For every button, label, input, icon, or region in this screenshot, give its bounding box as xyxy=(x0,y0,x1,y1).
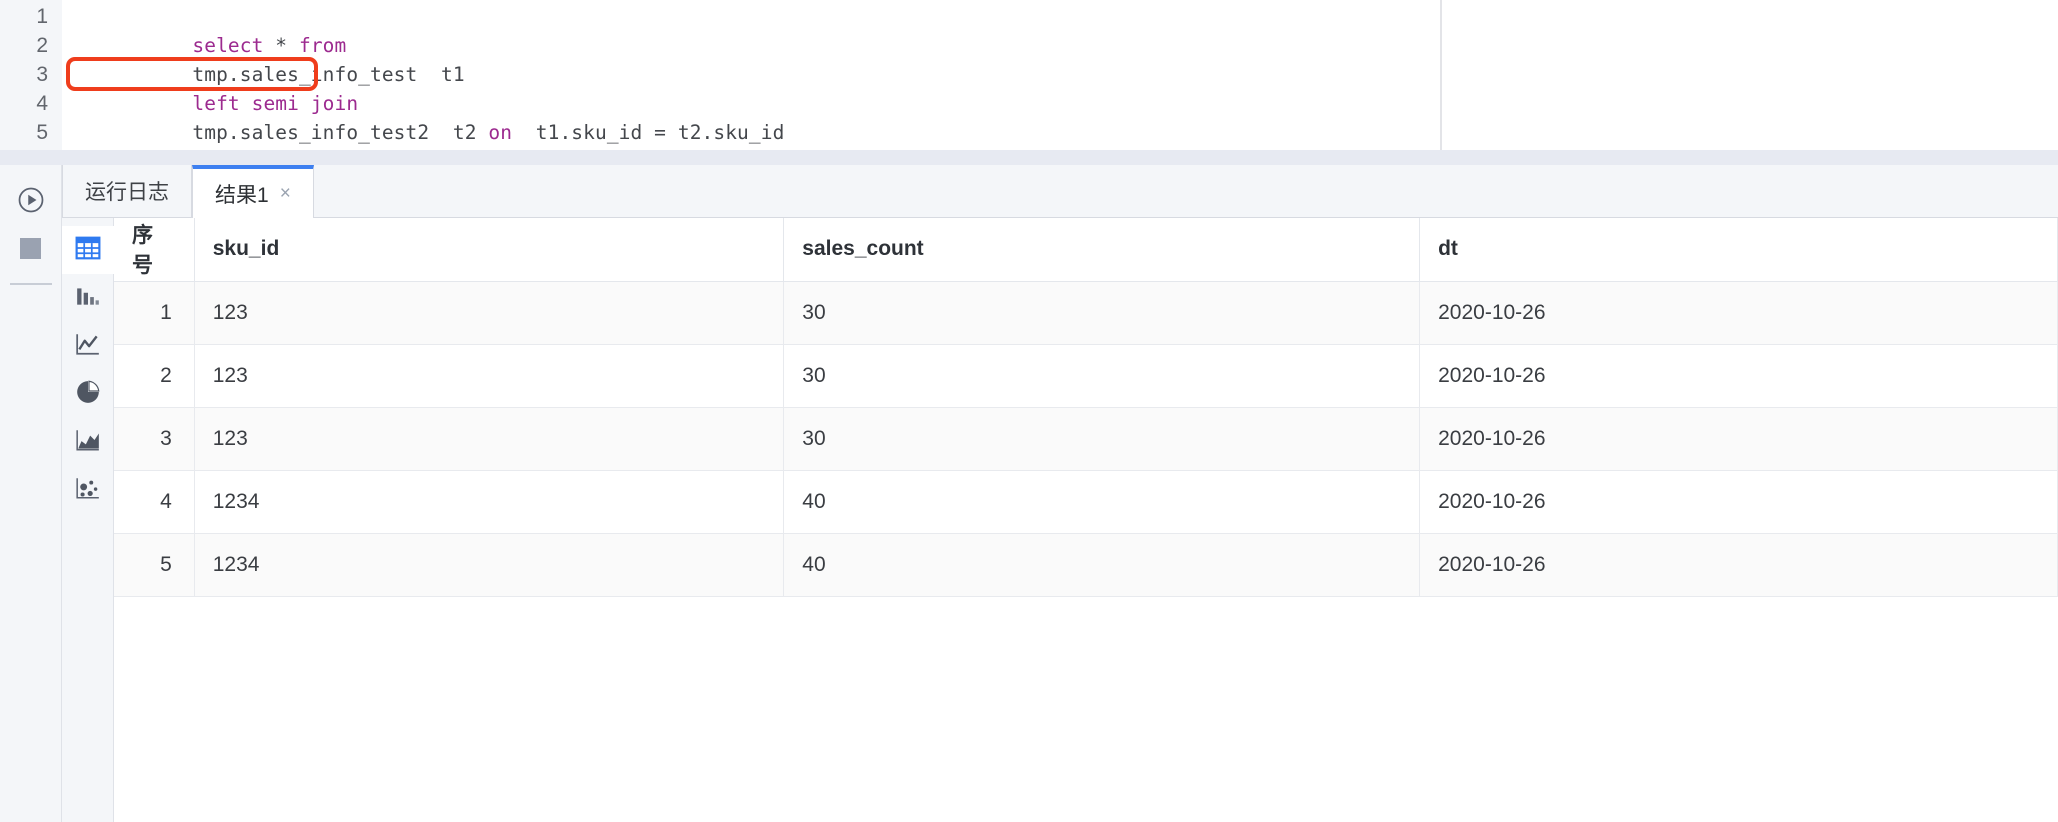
tab-label: 结果1 xyxy=(215,183,269,207)
result-table: 序号 sku_id sales_count dt 1 123 30 2020-1… xyxy=(114,218,2058,597)
sql-code-area[interactable]: select * from tmp.sales_info_test t1 lef… xyxy=(62,0,1440,150)
line-number: 1 xyxy=(36,5,48,28)
cell-dt: 2020-10-26 xyxy=(1419,281,2058,345)
cell-sku-id: 1234 xyxy=(194,470,785,534)
line-number: 4 xyxy=(36,92,48,115)
line-number: 5 xyxy=(36,121,48,144)
visualization-type-rail xyxy=(62,218,114,822)
area-chart-icon xyxy=(75,427,101,458)
line-number-gutter: 1 2 3 4 5 xyxy=(0,0,62,150)
sql-keyword: left semi join xyxy=(192,92,359,115)
cell-sales-count: 30 xyxy=(783,281,1421,345)
cell-sku-id: 123 xyxy=(194,344,785,408)
line-number: 3 xyxy=(36,63,48,86)
cell-sales-count: 40 xyxy=(783,470,1421,534)
sql-text: tmp.sales_info_test2 t2 xyxy=(192,121,489,144)
column-header-sales-count[interactable]: sales_count xyxy=(783,218,1421,282)
results-column: 运行日志 结果1 × 序号 sku_id sales_count dt 1 12… xyxy=(62,165,2058,822)
cell-sales-count: 40 xyxy=(783,533,1421,597)
viz-area-chart-button[interactable] xyxy=(62,418,114,466)
cell-sku-id: 123 xyxy=(194,281,785,345)
cell-dt: 2020-10-26 xyxy=(1419,533,2058,597)
sql-keyword: select xyxy=(192,34,276,57)
close-icon[interactable]: × xyxy=(280,184,291,203)
table-row[interactable]: 5 1234 40 2020-10-26 xyxy=(114,533,2058,597)
cell-sales-count: 30 xyxy=(783,344,1421,408)
editor-right-blank xyxy=(1442,0,2058,150)
cell-dt: 2020-10-26 xyxy=(1419,344,2058,408)
cell-dt: 2020-10-26 xyxy=(1419,407,2058,471)
run-button[interactable] xyxy=(8,179,54,225)
results-body: 序号 sku_id sales_count dt 1 123 30 2020-1… xyxy=(62,218,2058,822)
bar-chart-icon xyxy=(75,283,101,314)
sql-editor-pane: 1 2 3 4 5 select * from tmp.sales_info_t… xyxy=(0,0,2058,150)
column-header-index[interactable]: 序号 xyxy=(114,218,195,282)
results-pane: 运行日志 结果1 × 序号 sku_id sales_count dt 1 12… xyxy=(0,165,2058,822)
run-play-icon xyxy=(16,185,46,220)
execution-toolbar xyxy=(0,165,62,822)
table-header-row: 序号 sku_id sales_count dt xyxy=(114,218,2058,282)
cell-index: 5 xyxy=(114,533,195,597)
viz-scatter-plot-button[interactable] xyxy=(62,466,114,514)
cell-sku-id: 1234 xyxy=(194,533,785,597)
code-line-1: select * from xyxy=(62,2,1440,57)
pane-splitter[interactable] xyxy=(0,150,2058,165)
table-row[interactable]: 1 123 30 2020-10-26 xyxy=(114,281,2058,345)
cell-index: 1 xyxy=(114,281,195,345)
cell-sku-id: 123 xyxy=(194,407,785,471)
viz-line-chart-button[interactable] xyxy=(62,322,114,370)
sql-keyword: on xyxy=(488,121,513,144)
stop-button[interactable] xyxy=(8,225,54,271)
scatter-plot-icon xyxy=(75,475,101,506)
sql-text: * xyxy=(275,34,299,57)
cell-index: 4 xyxy=(114,470,195,534)
cell-index: 3 xyxy=(114,407,195,471)
toolbar-divider xyxy=(9,283,52,285)
tab-label: 运行日志 xyxy=(85,181,169,204)
table-row[interactable]: 3 123 30 2020-10-26 xyxy=(114,407,2058,471)
table-row[interactable]: 2 123 30 2020-10-26 xyxy=(114,344,2058,408)
sql-editor-app: 1 2 3 4 5 select * from tmp.sales_info_t… xyxy=(0,0,2058,822)
viz-table-button[interactable] xyxy=(62,226,114,274)
pie-chart-icon xyxy=(75,379,101,410)
stop-square-icon xyxy=(20,237,41,259)
line-chart-icon xyxy=(75,331,101,362)
sql-text: tmp.sales_info_test t1 xyxy=(192,63,465,86)
viz-pie-chart-button[interactable] xyxy=(62,370,114,418)
result-grid-container[interactable]: 序号 sku_id sales_count dt 1 123 30 2020-1… xyxy=(114,218,2058,822)
line-number: 2 xyxy=(36,34,48,57)
cell-dt: 2020-10-26 xyxy=(1419,470,2058,534)
column-header-dt[interactable]: dt xyxy=(1419,218,2058,282)
tab-run-log[interactable]: 运行日志 xyxy=(62,165,192,217)
sql-editor-main[interactable]: 1 2 3 4 5 select * from tmp.sales_info_t… xyxy=(0,0,1442,150)
tab-result-1[interactable]: 结果1 × xyxy=(192,165,314,218)
cell-sales-count: 30 xyxy=(783,407,1421,471)
sql-keyword: from xyxy=(298,34,347,57)
table-row[interactable]: 4 1234 40 2020-10-26 xyxy=(114,470,2058,534)
column-header-sku-id[interactable]: sku_id xyxy=(194,218,785,282)
cell-index: 2 xyxy=(114,344,195,408)
results-tabbar: 运行日志 结果1 × xyxy=(62,165,2058,218)
sql-text: t1.sku_id = t2.sku_id xyxy=(512,121,785,144)
viz-bar-chart-button[interactable] xyxy=(62,274,114,322)
table-grid-icon xyxy=(75,235,101,266)
